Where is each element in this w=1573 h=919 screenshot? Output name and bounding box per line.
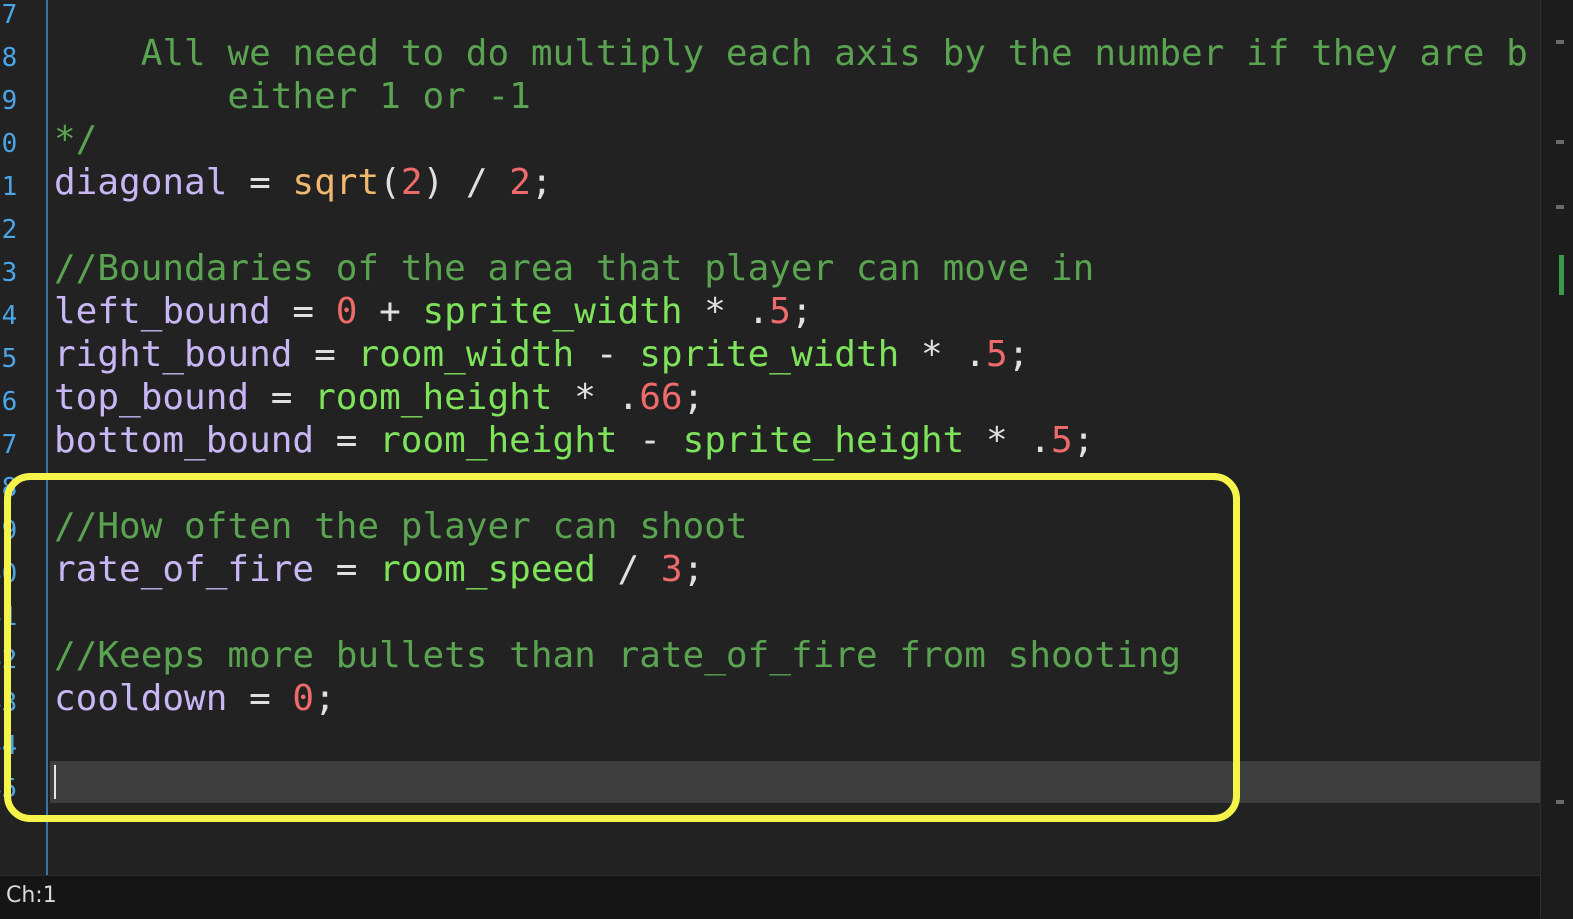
status-bar: Ch:1 <box>0 875 1540 919</box>
number-token: 5 <box>1051 420 1073 461</box>
code-line-rate-of-fire: rate_of_fire = room_speed / 3; <box>54 548 704 591</box>
comment-line: //Boundaries of the area that player can… <box>54 248 1095 289</box>
variable-token: bottom_bound <box>54 420 315 461</box>
scroll-marker <box>1556 140 1564 144</box>
line-number: 30 <box>0 129 18 159</box>
line-number: 32 <box>0 215 18 245</box>
line-number: 44 <box>0 731 18 761</box>
number-token: 2 <box>509 162 531 203</box>
operator-token: - <box>574 334 640 375</box>
line-number: 34 <box>0 301 18 331</box>
line-number: 40 <box>0 559 18 589</box>
builtin-token: sprite_width <box>422 291 683 332</box>
code-line-top-bound: top_bound = room_height * .66; <box>54 376 704 419</box>
scroll-marker <box>1556 205 1564 209</box>
operator-token: = <box>314 549 380 590</box>
comment-line: //How often the player can shoot <box>54 506 748 547</box>
scrollbar-thumb[interactable] <box>1559 255 1564 295</box>
operator-token: + <box>357 291 423 332</box>
text-cursor <box>54 765 56 799</box>
semicolon-token: ; <box>790 291 813 332</box>
line-number: 35 <box>0 344 18 374</box>
operator-token: = <box>314 420 380 461</box>
operator-token: / <box>595 549 661 590</box>
line-number: 28 <box>0 43 18 73</box>
code-line-left-bound: left_bound = 0 + sprite_width * .5; <box>54 290 813 333</box>
builtin-token: sprite_width <box>639 334 900 375</box>
line-number: 27 <box>0 0 18 30</box>
code-area[interactable]: All we need to do multiply each axis by … <box>54 0 1540 875</box>
line-number: 33 <box>0 258 18 288</box>
semicolon-token: ; <box>682 549 705 590</box>
code-editor[interactable]: 27 28 29 30 31 32 33 34 35 36 37 38 39 4… <box>0 0 1540 875</box>
operator-token: = <box>292 334 358 375</box>
line-number: 31 <box>0 172 18 202</box>
operator-token: - <box>617 420 683 461</box>
number-token: 5 <box>986 334 1008 375</box>
builtin-token: sprite_height <box>682 420 965 461</box>
comment-line: either 1 or -1 <box>54 76 531 117</box>
code-line-right-bound: right_bound = room_width - sprite_width … <box>54 333 1029 376</box>
builtin-token: room_width <box>357 334 575 375</box>
builtin-token: room_height <box>314 377 553 418</box>
operator-token: * . <box>964 420 1052 461</box>
number-token: 0 <box>335 291 358 332</box>
line-number: 37 <box>0 430 18 460</box>
comment-close: */ <box>54 119 98 160</box>
line-number-gutter: 27 28 29 30 31 32 33 34 35 36 37 38 39 4… <box>0 0 48 875</box>
semicolon-token: ; <box>314 678 336 719</box>
line-number: 45 <box>0 774 18 804</box>
operator-token: = <box>249 377 315 418</box>
operator-token: * . <box>899 334 987 375</box>
operator-token: = <box>270 291 336 332</box>
line-number: 42 <box>0 645 18 675</box>
paren-token: ( <box>379 162 401 203</box>
function-token: sqrt <box>292 162 380 203</box>
vertical-scrollbar[interactable] <box>1540 0 1573 918</box>
paren-token: ) <box>422 162 445 203</box>
code-line-bottom-bound: bottom_bound = room_height - sprite_heig… <box>54 419 1094 462</box>
scroll-marker <box>1556 40 1564 44</box>
variable-token: left_bound <box>54 291 271 332</box>
variable-token: top_bound <box>54 377 250 418</box>
variable-token: cooldown <box>54 678 228 719</box>
semicolon-token: ; <box>1072 420 1095 461</box>
comment-line: //Keeps more bullets than rate_of_fire f… <box>54 635 1182 676</box>
line-number: 36 <box>0 387 18 417</box>
code-line-cooldown: cooldown = 0; <box>54 677 336 720</box>
semicolon-token: ; <box>1007 334 1030 375</box>
line-number: 41 <box>0 602 18 632</box>
cursor-position: Ch:1 <box>6 883 57 908</box>
builtin-token: room_height <box>379 420 618 461</box>
variable-token: diagonal <box>54 162 228 203</box>
operator-token: * . <box>682 291 770 332</box>
variable-token: right_bound <box>54 334 293 375</box>
line-number: 43 <box>0 688 18 718</box>
number-token: 5 <box>769 291 791 332</box>
semicolon-token: ; <box>530 162 553 203</box>
operator-token: / <box>444 162 510 203</box>
semicolon-token: ; <box>682 377 705 418</box>
number-token: 66 <box>639 377 683 418</box>
line-number: 39 <box>0 516 18 546</box>
line-number: 29 <box>0 86 18 116</box>
builtin-token: room_speed <box>379 549 596 590</box>
number-token: 0 <box>292 678 315 719</box>
line-number: 38 <box>0 473 18 503</box>
comment-line: All we need to do multiply each axis by … <box>54 33 1528 74</box>
variable-token: rate_of_fire <box>54 549 315 590</box>
scroll-marker <box>1556 800 1564 804</box>
operator-token: * . <box>552 377 640 418</box>
code-line-diagonal: diagonal = sqrt(2) / 2; <box>54 161 553 204</box>
operator-token: = <box>227 162 293 203</box>
number-token: 2 <box>400 162 423 203</box>
operator-token: = <box>227 678 293 719</box>
number-token: 3 <box>660 549 683 590</box>
